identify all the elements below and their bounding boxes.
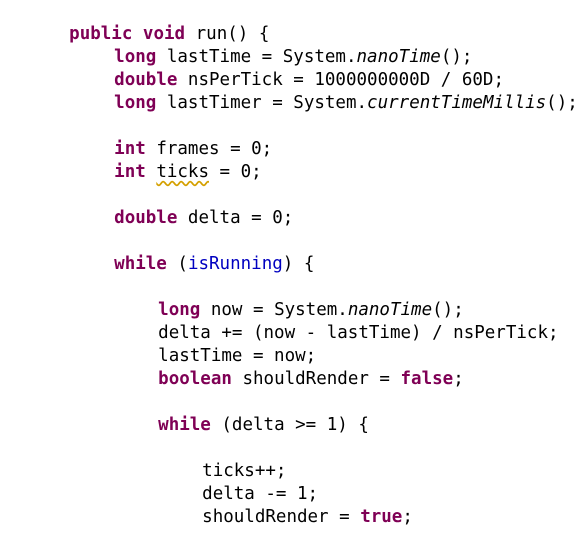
code-line-nspertick: double nsPerTick = 1000000000D / 60D; <box>72 46 504 90</box>
warning-squiggle-ticks[interactable]: ticks <box>156 162 209 182</box>
code-line-ticks-increment: ticks++; <box>160 437 286 481</box>
field-isrunning: isRunning <box>187 254 283 274</box>
code-text: delta = 0; <box>187 208 294 228</box>
keyword-long: long <box>114 93 157 113</box>
keyword-boolean: boolean <box>158 369 232 389</box>
code-line-shouldrender-decl: boolean shouldRender = false; <box>116 345 464 389</box>
code-text: lastTimer = System. <box>166 93 368 113</box>
code-line-while-running: while (isRunning) { <box>72 230 314 274</box>
code-text: (); <box>546 93 578 113</box>
code-text: shouldRender = <box>202 507 361 527</box>
code-text: shouldRender = <box>242 369 401 389</box>
method-currenttimemillis: currentTimeMillis <box>367 93 547 113</box>
code-line-while-delta: while (delta >= 1) { <box>116 391 369 435</box>
code-line-delta-decrement: delta -= 1; <box>160 460 318 504</box>
code-line-frames: int frames = 0; <box>72 115 272 159</box>
code-text: ( <box>177 254 188 274</box>
code-text: ; <box>402 507 413 527</box>
keyword-true: true <box>360 507 403 527</box>
keyword-int: int <box>114 162 146 182</box>
code-text: ) { <box>282 254 315 274</box>
code-line-shouldrender-true: shouldRender = true; <box>160 483 413 527</box>
keyword-while: while <box>114 254 167 274</box>
code-line-ticks: int ticks = 0; <box>72 138 262 182</box>
keyword-false: false <box>400 369 454 389</box>
code-line-run-signature: public void run() { <box>27 0 269 44</box>
code-line-lasttimer: long lastTimer = System.currentTimeMilli… <box>72 69 578 113</box>
keyword-while: while <box>158 415 211 435</box>
code-text: = 0; <box>209 162 262 182</box>
code-line-delta-accumulate: delta += (now - lastTime) / nsPerTick; <box>116 299 558 343</box>
code-line-delta: double delta = 0; <box>72 184 293 228</box>
code-text: (delta >= 1) { <box>221 415 369 435</box>
code-line-lasttime-assign: lastTime = now; <box>116 322 316 366</box>
code-line-lasttime: long lastTime = System.nanoTime(); <box>72 23 472 67</box>
code-text: ; <box>453 369 464 389</box>
keyword-double: double <box>114 208 178 228</box>
code-line-now: long now = System.nanoTime(); <box>116 276 464 320</box>
code-editor[interactable]: public void run() { long lastTime = Syst… <box>0 0 583 527</box>
